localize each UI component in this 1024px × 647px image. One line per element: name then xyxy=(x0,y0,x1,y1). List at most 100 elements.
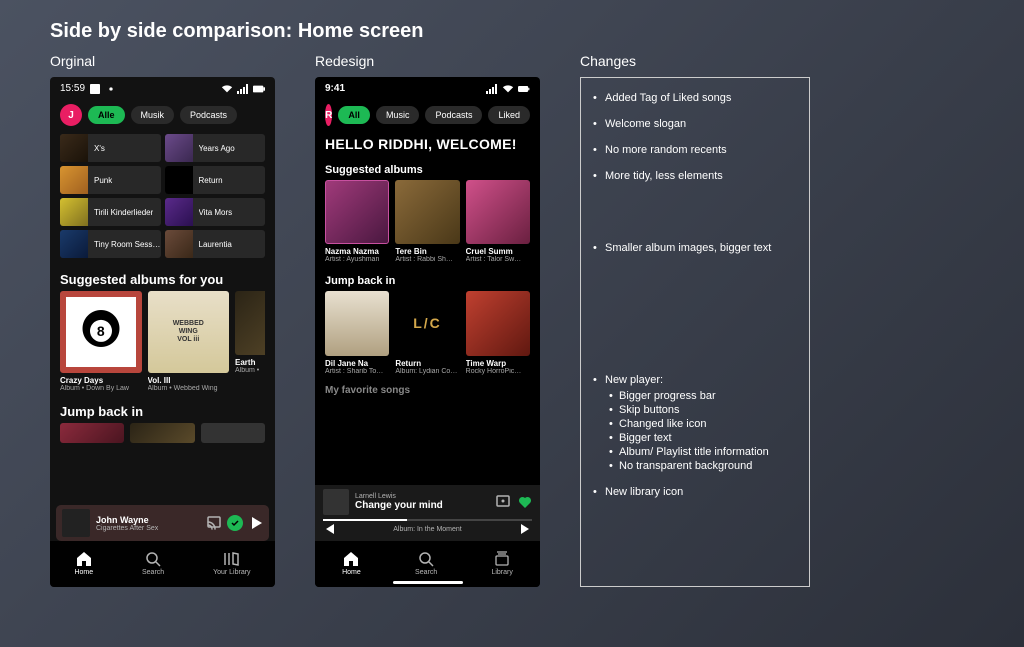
changes-label: Changes xyxy=(580,53,810,69)
suggested-heading: Suggested albums xyxy=(315,158,540,180)
player[interactable]: Larnell Lewis Change your mind Album: In… xyxy=(315,485,540,541)
nav-library[interactable]: Your Library xyxy=(213,551,251,576)
check-icon[interactable] xyxy=(227,515,243,531)
avatar[interactable]: J xyxy=(60,104,82,126)
filter-pill-podcasts[interactable]: Podcasts xyxy=(425,106,482,124)
album-card[interactable]: Time Warp Rocky HorroPic… xyxy=(466,291,530,374)
album-card[interactable]: Dil Jane Na Artist : Sharib To… xyxy=(325,291,389,374)
original-label: Orginal xyxy=(50,53,275,69)
nav-search[interactable]: Search xyxy=(415,551,437,576)
change-subitem: No transparent background xyxy=(605,460,797,472)
nav-library[interactable]: Library xyxy=(491,551,512,576)
home-icon xyxy=(76,551,92,567)
wifi-icon xyxy=(221,84,233,94)
heart-icon[interactable] xyxy=(518,495,532,509)
album-card[interactable]: Earth Album • xyxy=(235,291,265,392)
album-card[interactable]: Cruel Summ Artist : Talor Sw… xyxy=(466,180,530,263)
dot-icon xyxy=(105,84,117,94)
library-icon xyxy=(224,551,240,567)
welcome-slogan: HELLO RIDDHI, WELCOME! xyxy=(315,134,540,158)
recent-tile[interactable]: Tirili Kinderlieder xyxy=(60,198,161,226)
filter-pill-music[interactable]: Musik xyxy=(131,106,175,124)
play-icon[interactable] xyxy=(249,516,263,530)
mini-player[interactable]: John Wayne Cigarettes After Sex xyxy=(56,505,269,541)
album-card[interactable] xyxy=(60,423,124,446)
cast-icon[interactable] xyxy=(496,495,510,509)
jump-heading: Jump back in xyxy=(50,398,275,423)
search-icon xyxy=(418,551,434,567)
wifi-icon xyxy=(502,84,514,94)
now-playing-artist: Cigarettes After Sex xyxy=(96,525,201,532)
recent-tile[interactable]: Return xyxy=(165,166,266,194)
avatar[interactable]: R xyxy=(325,104,332,126)
status-icons-left xyxy=(89,84,117,94)
jump-heading: Jump back in xyxy=(315,269,540,291)
nav-home[interactable]: Home xyxy=(74,551,93,576)
recent-tile[interactable]: Laurentia xyxy=(165,230,266,258)
player-artist: Larnell Lewis xyxy=(355,493,490,500)
status-icons-right xyxy=(486,84,530,94)
skip-next-icon[interactable] xyxy=(520,523,532,535)
change-item: Added Tag of Liked songs xyxy=(593,92,797,104)
home-icon xyxy=(343,551,359,567)
change-subitem: Bigger text xyxy=(605,432,797,444)
suggested-row: Crazy Days Album • Down By Law WEBBEDWIN… xyxy=(50,291,275,398)
player-album-info: Album: In the Moment xyxy=(393,526,461,533)
signal-icon xyxy=(486,84,498,94)
jump-row: Dil Jane Na Artist : Sharib To… L/C Retu… xyxy=(315,291,540,380)
change-subitem: Changed like icon xyxy=(605,418,797,430)
status-time: 15:59 xyxy=(60,83,85,94)
cast-icon[interactable] xyxy=(207,516,221,530)
jump-row xyxy=(50,423,275,452)
search-icon xyxy=(145,551,161,567)
filter-row: R All Music Podcasts Liked xyxy=(315,98,540,134)
mini-player-thumb xyxy=(62,509,90,537)
filter-pill-all[interactable]: Alle xyxy=(88,106,125,124)
recent-tile[interactable]: Years Ago xyxy=(165,134,266,162)
home-indicator xyxy=(393,581,463,584)
skip-prev-icon[interactable] xyxy=(323,523,335,535)
progress-bar[interactable] xyxy=(323,519,532,521)
suggested-row: Nazma Nazma Artist : Ayushman Tere Bin A… xyxy=(315,180,540,269)
battery-icon xyxy=(518,84,530,94)
filter-pill-music[interactable]: Music xyxy=(376,106,420,124)
favorites-heading: My favorite songs xyxy=(315,381,540,396)
library-icon xyxy=(494,551,510,567)
filter-pill-all[interactable]: All xyxy=(338,106,370,124)
status-bar: 9:41 xyxy=(315,77,540,98)
change-item: New library icon xyxy=(593,486,797,498)
changes-box: Added Tag of Liked songs Welcome slogan … xyxy=(580,77,810,587)
status-bar: 15:59 xyxy=(50,77,275,98)
player-thumb xyxy=(323,489,349,515)
album-card[interactable]: Crazy Days Album • Down By Law xyxy=(60,291,142,392)
recent-tile[interactable]: Vita Mors xyxy=(165,198,266,226)
album-card[interactable] xyxy=(130,423,194,446)
recent-tile[interactable]: Tiny Room Sessions xyxy=(60,230,161,258)
suggested-heading: Suggested albums for you xyxy=(50,266,275,291)
album-card[interactable]: Tere Bin Artist : Rabbi Sh… xyxy=(395,180,459,263)
album-card[interactable] xyxy=(201,423,265,446)
change-item: No more random recents xyxy=(593,144,797,156)
album-card[interactable]: WEBBEDWINGVOL iii Vol. III Album • Webbe… xyxy=(148,291,230,392)
battery-icon xyxy=(253,84,265,94)
recents-grid: X's Years Ago Punk Return Tirili Kinderl… xyxy=(50,134,275,266)
filter-pill-podcasts[interactable]: Podcasts xyxy=(180,106,237,124)
signal-icon xyxy=(237,84,249,94)
player-title: Change your mind xyxy=(355,500,490,511)
change-subitem: Album/ Playlist title information xyxy=(605,446,797,458)
change-subitem: Bigger progress bar xyxy=(605,390,797,402)
linkedin-icon xyxy=(89,84,101,94)
album-card[interactable]: Nazma Nazma Artist : Ayushman xyxy=(325,180,389,263)
status-icons-right xyxy=(221,84,265,94)
recent-tile[interactable]: Punk xyxy=(60,166,161,194)
original-phone: 15:59 J Alle Musik Podcasts X's Years Ag… xyxy=(50,77,275,587)
recent-tile[interactable]: X's xyxy=(60,134,161,162)
filter-row: J Alle Musik Podcasts xyxy=(50,98,275,134)
redesign-phone: 9:41 R All Music Podcasts Liked HELLO RI… xyxy=(315,77,540,587)
nav-home[interactable]: Home xyxy=(342,551,361,576)
filter-pill-liked[interactable]: Liked xyxy=(488,106,530,124)
album-card[interactable]: L/C Return Album: Lydian Co… xyxy=(395,291,459,374)
nav-search[interactable]: Search xyxy=(142,551,164,576)
change-item: Smaller album images, bigger text xyxy=(593,242,797,254)
now-playing-title: John Wayne xyxy=(96,515,201,525)
